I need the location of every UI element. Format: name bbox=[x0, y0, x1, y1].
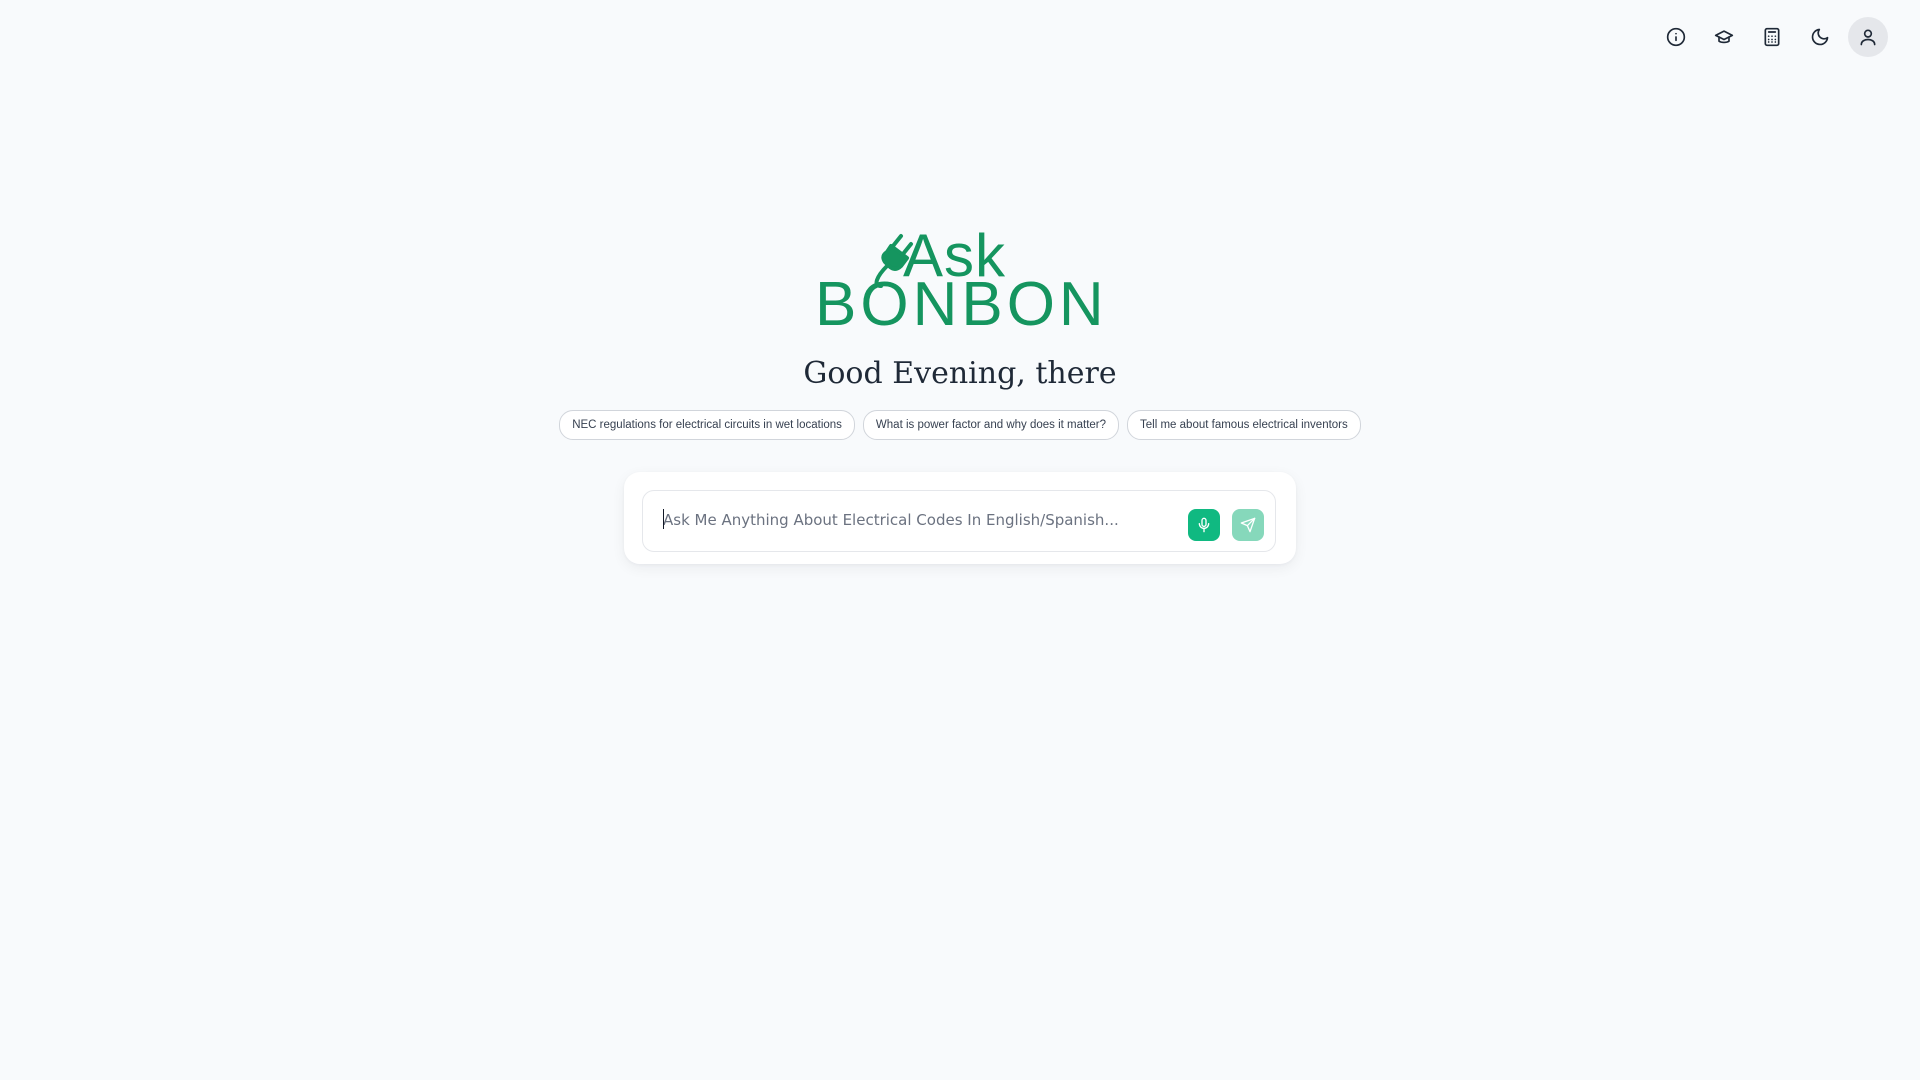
suggestion-chip[interactable]: What is power factor and why does it mat… bbox=[862, 410, 1120, 440]
learn-button[interactable] bbox=[1704, 17, 1744, 57]
app-logo: Ask BONBON bbox=[805, 226, 1115, 339]
calculator-icon bbox=[1764, 27, 1780, 47]
voice-input-button[interactable] bbox=[1188, 509, 1220, 541]
greeting-heading: Good Evening, there bbox=[803, 356, 1117, 391]
suggestion-chip[interactable]: Tell me about famous electrical inventor… bbox=[1127, 410, 1361, 440]
moon-icon bbox=[1811, 28, 1829, 46]
info-button[interactable] bbox=[1656, 17, 1696, 57]
logo-text-bonbon: BONBON bbox=[815, 270, 1108, 339]
user-menu-button[interactable] bbox=[1848, 17, 1888, 57]
graduation-cap-icon bbox=[1714, 30, 1734, 44]
text-caret bbox=[663, 509, 664, 529]
info-icon bbox=[1666, 27, 1686, 47]
chat-input[interactable] bbox=[663, 509, 1163, 531]
suggestion-chips: NEC regulations for electrical circuits … bbox=[0, 410, 1920, 440]
chat-input-box bbox=[642, 490, 1276, 552]
user-icon bbox=[1860, 29, 1876, 46]
calculator-button[interactable] bbox=[1752, 17, 1792, 57]
suggestion-chip[interactable]: NEC regulations for electrical circuits … bbox=[559, 410, 855, 440]
microphone-icon bbox=[1198, 517, 1210, 533]
top-toolbar bbox=[1656, 17, 1888, 57]
dark-mode-toggle[interactable] bbox=[1800, 17, 1840, 57]
chat-input-card bbox=[624, 472, 1296, 564]
send-button[interactable] bbox=[1232, 509, 1264, 541]
send-icon bbox=[1240, 517, 1256, 533]
